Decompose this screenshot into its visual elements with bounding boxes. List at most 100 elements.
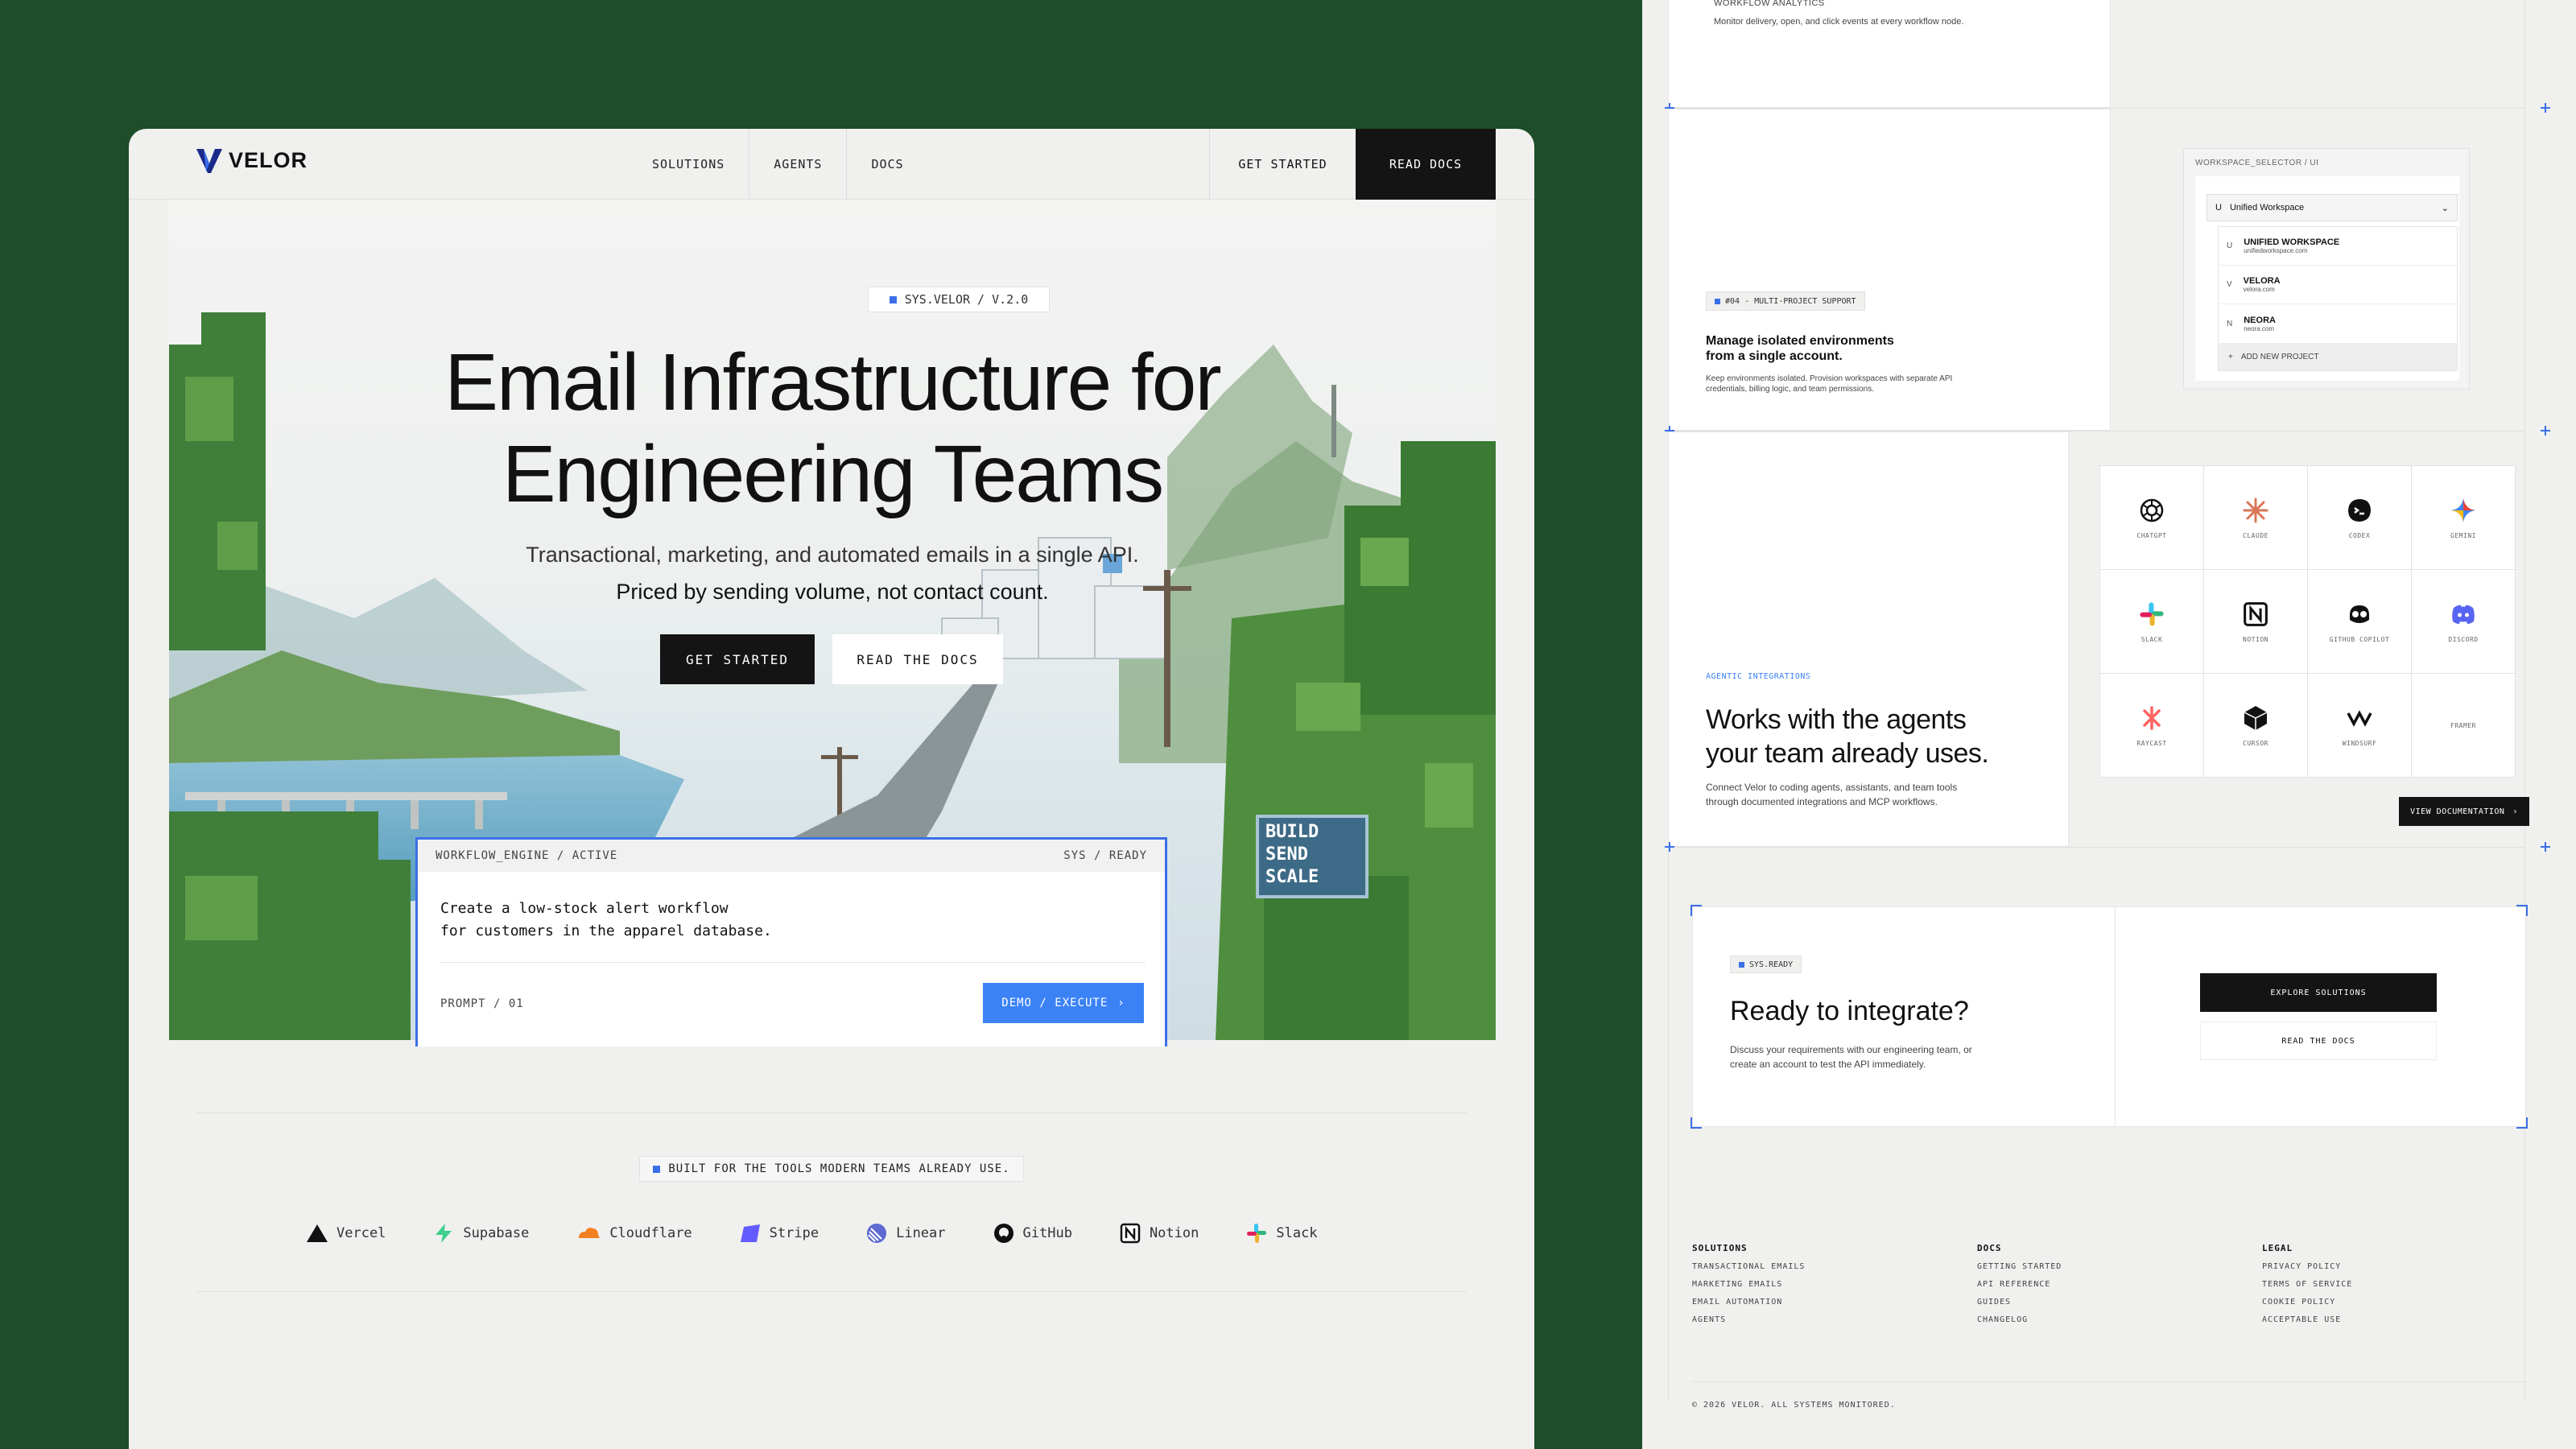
footer-heading: LEGAL — [2262, 1243, 2293, 1253]
option-name: NEORA — [2244, 315, 2276, 325]
footer-link[interactable]: MARKETING EMAILS — [1692, 1280, 1805, 1289]
agent-notion[interactable]: NOTION — [2204, 570, 2308, 674]
integrate-desc-line2: create an account to test the API immedi… — [1730, 1059, 1926, 1070]
plus-marker-icon — [2541, 842, 2550, 852]
plus-marker-icon — [2541, 426, 2550, 436]
nav-get-started-button[interactable]: GET STARTED — [1209, 129, 1356, 200]
agents-title-line2: your team already uses. — [1706, 738, 1989, 769]
agents-desc-line2: through documented integrations and MCP … — [1706, 796, 1938, 807]
footer-heading: SOLUTIONS — [1692, 1243, 1748, 1253]
sign-line-scale: SCALE — [1265, 867, 1319, 887]
agent-discord[interactable]: DISCORD — [2412, 570, 2516, 674]
option-name: VELORA — [2243, 276, 2281, 286]
agent-windsurf[interactable]: WINDSURF — [2308, 674, 2412, 778]
claude-icon — [2243, 497, 2268, 522]
demo-execute-button[interactable]: DEMO / EXECUTE › — [983, 983, 1144, 1023]
demo-execute-label: DEMO / EXECUTE — [1001, 997, 1108, 1009]
tool-linear[interactable]: Linear — [865, 1222, 946, 1245]
agent-label: GITHUB COPILOT — [2329, 635, 2390, 643]
tools-row: Vercel Supabase Cloudflare Stripe Linear… — [306, 1222, 1364, 1245]
integrate-desc: Discuss your requirements with our engin… — [1730, 1042, 1972, 1071]
workspace-dropdown[interactable]: U Unified Workspace ⌄ — [2207, 194, 2458, 221]
agent-gemini[interactable]: GEMINI — [2412, 466, 2516, 570]
agent-slack[interactable]: SLACK — [2100, 570, 2204, 674]
tool-vercel[interactable]: Vercel — [306, 1222, 386, 1245]
footer-link[interactable]: COOKIE POLICY — [2262, 1298, 2352, 1307]
agent-label: CLAUDE — [2243, 531, 2268, 539]
browser-window: VELOR SOLUTIONS AGENTS DOCS GET STARTED … — [129, 129, 1534, 1449]
hero-read-docs-button[interactable]: READ THE DOCS — [832, 634, 1003, 684]
footer-link[interactable]: ACCEPTABLE USE — [2262, 1315, 2352, 1324]
status-square-icon — [1715, 298, 1720, 304]
footer-link[interactable]: GUIDES — [1977, 1298, 2062, 1307]
agent-label: SLACK — [2140, 635, 2163, 643]
analytics-label: WORKFLOW ANALYTICS — [1714, 0, 1825, 8]
tool-slack[interactable]: Slack — [1245, 1222, 1318, 1245]
option-domain: velora.com — [2243, 286, 2275, 293]
workspace-options: U UNIFIED WORKSPACE unifiedworkspace.com … — [2218, 226, 2458, 371]
tool-supabase[interactable]: Supabase — [432, 1222, 529, 1245]
nav-agents[interactable]: AGENTS — [749, 129, 848, 200]
plus-marker-icon — [2541, 103, 2550, 113]
footer-link[interactable]: EMAIL AUTOMATION — [1692, 1298, 1805, 1307]
footer-link[interactable]: GETTING STARTED — [1977, 1262, 2062, 1271]
tool-stripe[interactable]: Stripe — [739, 1222, 819, 1245]
hero-get-started-button[interactable]: GET STARTED — [660, 634, 815, 684]
gemini-icon — [2451, 497, 2475, 522]
agent-codex[interactable]: CODEX — [2308, 466, 2412, 570]
plus-icon: + — [2228, 352, 2233, 361]
raycast-icon — [2143, 705, 2161, 730]
build-send-scale-sign: BUILD SEND SCALE — [1256, 815, 1368, 898]
tool-github[interactable]: GitHub — [993, 1222, 1072, 1245]
footer-link[interactable]: PRIVACY POLICY — [2262, 1262, 2352, 1271]
notion-icon — [2244, 601, 2268, 626]
workspace-option[interactable]: N NEORA neora.com — [2219, 304, 2457, 343]
nav-docs[interactable]: DOCS — [847, 129, 927, 200]
workspace-option[interactable]: V VELORA velora.com — [2219, 266, 2457, 304]
row-divider — [1668, 847, 2524, 848]
tool-label: Notion — [1149, 1225, 1199, 1241]
footer-link[interactable]: TERMS OF SERVICE — [2262, 1280, 2352, 1289]
integrate-divider — [2115, 907, 2116, 1128]
explore-solutions-button[interactable]: EXPLORE SOLUTIONS — [2200, 973, 2437, 1012]
agent-chatgpt[interactable]: CHATGPT — [2100, 466, 2204, 570]
chevron-down-icon: ⌄ — [2441, 203, 2449, 213]
add-project-button[interactable]: + ADD NEW PROJECT — [2219, 343, 2457, 370]
agent-cursor[interactable]: CURSOR — [2204, 674, 2308, 778]
workflow-prompt-input[interactable]: Create a low-stock alert workflow for cu… — [440, 898, 772, 943]
cursor-icon — [2244, 705, 2268, 730]
integrate-read-docs-button[interactable]: READ THE DOCS — [2200, 1022, 2437, 1060]
nav-read-docs-button[interactable]: READ DOCS — [1356, 129, 1496, 200]
view-documentation-button[interactable]: VIEW DOCUMENTATION › — [2399, 797, 2529, 826]
logo[interactable]: VELOR — [196, 148, 308, 173]
nav-solutions[interactable]: SOLUTIONS — [628, 129, 750, 200]
hero-title: Email Infrastructure for Engineering Tea… — [169, 336, 1496, 520]
workflow-status-label: SYS / READY — [1063, 849, 1147, 862]
workflow-prompt-line2: for customers in the apparel database. — [440, 923, 772, 939]
slack-icon — [1247, 1224, 1267, 1243]
tool-cloudflare[interactable]: Cloudflare — [576, 1222, 692, 1245]
column-border-right — [2524, 0, 2525, 1401]
workspace-initial: U — [2215, 203, 2222, 213]
status-square-icon — [653, 1165, 661, 1173]
agent-framer[interactable]: FRAMER — [2412, 674, 2516, 778]
divider-bottom — [196, 1291, 1467, 1292]
footer-link[interactable]: TRANSACTIONAL EMAILS — [1692, 1262, 1805, 1271]
agents-card: AGENTIC INTEGRATIONS Works with the agen… — [1668, 431, 2069, 847]
workspace-option[interactable]: U UNIFIED WORKSPACE unifiedworkspace.com — [2219, 227, 2457, 266]
tool-label: Linear — [896, 1225, 946, 1241]
corner-marker — [1690, 905, 1702, 916]
agent-claude[interactable]: CLAUDE — [2204, 466, 2308, 570]
integrate-title: Ready to integrate? — [1730, 996, 1969, 1026]
agent-github-copilot[interactable]: GITHUB COPILOT — [2308, 570, 2412, 674]
tool-label: Slack — [1276, 1225, 1318, 1241]
tool-label: Cloudflare — [609, 1225, 692, 1241]
tool-notion[interactable]: Notion — [1119, 1222, 1199, 1245]
multiproject-title-line1: Manage isolated environments — [1706, 334, 1894, 348]
copilot-icon — [2350, 605, 2369, 623]
footer-link[interactable]: AGENTS — [1692, 1315, 1805, 1324]
agent-raycast[interactable]: RAYCAST — [2100, 674, 2204, 778]
agent-label: FRAMER — [2450, 721, 2476, 729]
footer-link[interactable]: CHANGELOG — [1977, 1315, 2062, 1324]
footer-link[interactable]: API REFERENCE — [1977, 1280, 2062, 1289]
